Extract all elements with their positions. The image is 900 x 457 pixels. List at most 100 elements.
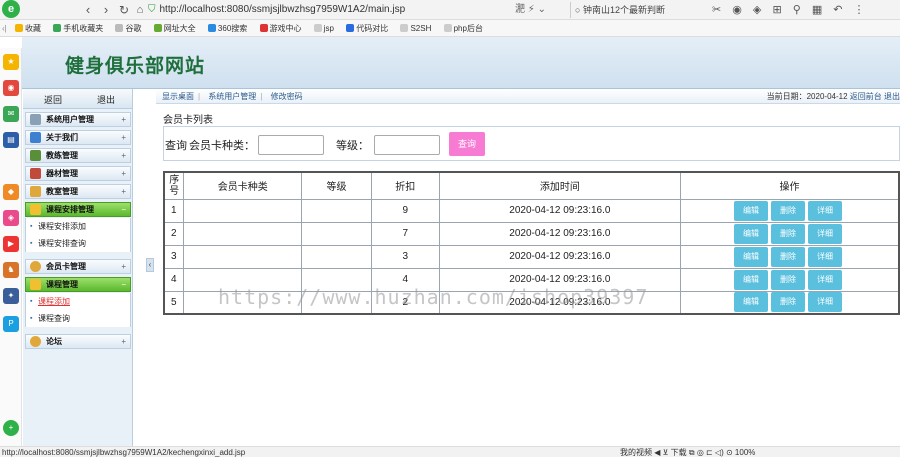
site-title: 健身俱乐部网站 — [65, 55, 206, 77]
detail-button[interactable]: 详细 — [808, 269, 843, 290]
menu-group-forum[interactable]: 论坛 + — [25, 334, 131, 349]
browser-toolbar: e ‹ › ↻ ⌂ ⛉ http://localhost:8080/ssmjsjl… — [0, 0, 900, 20]
menu-group-equipment[interactable]: 器材管理 + — [25, 166, 131, 181]
submenu-item-schedule-query[interactable]: 课程安排查询 — [26, 235, 130, 252]
page-icon — [400, 24, 409, 32]
submenu-item-course-query[interactable]: 课程查询 — [26, 310, 130, 327]
bookmark-item[interactable]: 手机收藏夹 — [53, 24, 103, 33]
detail-button[interactable]: 详细 — [808, 223, 843, 244]
expand-icon: + — [121, 133, 126, 142]
bookmark-item[interactable]: 360搜索 — [207, 24, 247, 33]
col-header-index: 序号 — [163, 171, 185, 200]
gear-icon — [30, 114, 41, 125]
bookmark-item[interactable]: 收藏 — [14, 24, 41, 33]
sidebar-collapse-handle[interactable]: ‹ — [146, 258, 154, 272]
weibo-icon[interactable]: ◉ — [3, 80, 19, 96]
p-app-icon[interactable]: P — [3, 316, 19, 332]
cell-index: 5 — [163, 290, 185, 315]
cell-index: 2 — [163, 221, 185, 246]
delete-button[interactable]: 删除 — [771, 223, 806, 244]
logout-button[interactable]: 退出 — [97, 93, 115, 106]
nav-link-change-password[interactable]: 修改密码 — [271, 92, 303, 101]
detail-button[interactable]: 详细 — [808, 200, 843, 221]
edit-button[interactable]: 编辑 — [734, 246, 769, 267]
menu-group-classrooms[interactable]: 教室管理 + — [25, 184, 131, 199]
back-arrow-icon[interactable]: ‹ — [80, 2, 96, 18]
detail-button[interactable]: 详细 — [808, 292, 843, 313]
edit-button[interactable]: 编辑 — [734, 292, 769, 313]
back-button[interactable]: 返回 — [44, 93, 62, 106]
submenu-item-course-add[interactable]: 课程添加 — [26, 293, 130, 310]
menu-group-course-schedule[interactable]: 课程安排管理 − — [25, 202, 131, 217]
address-bar[interactable]: ⛉ http://localhost:8080/ssmjsjlbwzhsg7959… — [148, 2, 558, 18]
card-type-input[interactable] — [258, 135, 324, 155]
card-icon — [30, 261, 41, 272]
app-icon[interactable]: ◆ — [3, 184, 19, 200]
app3-icon[interactable]: ✦ — [3, 288, 19, 304]
menu-group-courses[interactable]: 课程管理 − — [25, 277, 131, 292]
expand-icon: + — [121, 262, 126, 271]
cell-discount: 3 — [370, 244, 440, 269]
edit-button[interactable]: 编辑 — [734, 200, 769, 221]
menu-group-about[interactable]: 关于我们 + — [25, 130, 131, 145]
bookmark-item[interactable]: S2SH — [400, 24, 431, 33]
browser-logo-icon[interactable]: e — [2, 0, 20, 18]
monitor-icon — [30, 132, 41, 143]
home-icon[interactable]: ⌂ — [132, 2, 148, 18]
edit-button[interactable]: 编辑 — [734, 223, 769, 244]
status-bar-controls[interactable]: 我的视频 ◀ ⊻ 下载 ⧉ ◎ ⊏ ◁) ⊙ 100% — [620, 447, 755, 457]
favorites-star-icon[interactable]: ★ — [3, 54, 19, 70]
nav-link-system-users[interactable]: 系统用户管理 — [208, 92, 256, 101]
page-title: 会员卡列表 — [163, 115, 213, 126]
collapse-left-icon[interactable]: ‹| — [2, 24, 7, 33]
menu-group-label: 课程管理 — [46, 280, 78, 289]
watermark-text: https://www.huzhan.com/ishop39397 — [218, 285, 649, 309]
calendar-icon — [30, 168, 41, 179]
submenu-item-schedule-add[interactable]: 课程安排添加 — [26, 218, 130, 235]
refresh-icon[interactable]: ↻ — [116, 2, 132, 18]
address-bar-icons[interactable]: 淝 ⚡ ⌄ — [515, 2, 546, 18]
menu-group-system-users[interactable]: 系统用户管理 + — [25, 112, 131, 127]
menu-group-member-cards[interactable]: 会员卡管理 + — [25, 259, 131, 274]
delete-button[interactable]: 删除 — [771, 200, 806, 221]
menu-group-label: 教室管理 — [46, 187, 78, 196]
bookmark-item[interactable]: 代码对比 — [346, 24, 388, 33]
menu-group-coaches[interactable]: 教练管理 + — [25, 148, 131, 163]
bookmark-item[interactable]: 谷歌 — [115, 24, 141, 33]
secure-shield-icon: ⛉ — [148, 4, 156, 15]
nav-separator: | — [260, 92, 263, 101]
news-icon[interactable]: ▤ — [3, 132, 19, 148]
bookmark-item[interactable]: 游戏中心 — [259, 24, 302, 33]
link-logout[interactable]: 退出 — [884, 92, 900, 101]
delete-button[interactable]: 删除 — [771, 292, 806, 313]
link-back-to-front[interactable]: 返回前台 — [850, 92, 882, 101]
game-app-icon[interactable]: ◈ — [3, 210, 19, 226]
cell-discount: 9 — [370, 198, 440, 223]
bookmark-item[interactable]: 网址大全 — [153, 24, 196, 33]
bookmark-item[interactable]: php后台 — [443, 24, 483, 33]
expand-icon: + — [121, 187, 126, 196]
video-icon[interactable]: ▶ — [3, 236, 19, 252]
game-icon — [259, 24, 268, 32]
detail-button[interactable]: 详细 — [808, 246, 843, 267]
nav-link-desktop[interactable]: 显示桌面 — [162, 92, 194, 101]
add-plus-icon[interactable]: + — [3, 420, 19, 436]
forward-arrow-icon[interactable]: › — [98, 2, 114, 18]
menu-group-label: 会员卡管理 — [46, 262, 86, 271]
delete-button[interactable]: 删除 — [771, 246, 806, 267]
browser-status-bar: http://localhost:8080/ssmjsjlbwzhsg7959W… — [0, 446, 900, 457]
browser-search-box[interactable]: ○ 钟南山12个最新判断 — [570, 2, 705, 18]
compass-icon — [153, 24, 162, 32]
search-button[interactable]: 查询 — [449, 132, 485, 156]
bookmark-item[interactable]: jsp — [313, 24, 334, 33]
browser-side-panel: ★ ◉ ✉ ▤ ◆ ◈ ▶ ♞ ✦ P + — [0, 48, 22, 446]
nav-separator: | — [198, 92, 201, 101]
level-input[interactable] — [374, 135, 440, 155]
delete-button[interactable]: 删除 — [771, 269, 806, 290]
edit-button[interactable]: 编辑 — [734, 269, 769, 290]
app2-icon[interactable]: ♞ — [3, 262, 19, 278]
submenu-course-schedule: 课程安排添加 课程安排查询 — [25, 218, 131, 252]
mail-icon[interactable]: ✉ — [3, 106, 19, 122]
expand-icon: + — [121, 337, 126, 346]
browser-extension-icons[interactable]: ✂ ◉ ◈ ⊞ ⚲ ▦ ↶ ⋮ — [712, 2, 869, 18]
